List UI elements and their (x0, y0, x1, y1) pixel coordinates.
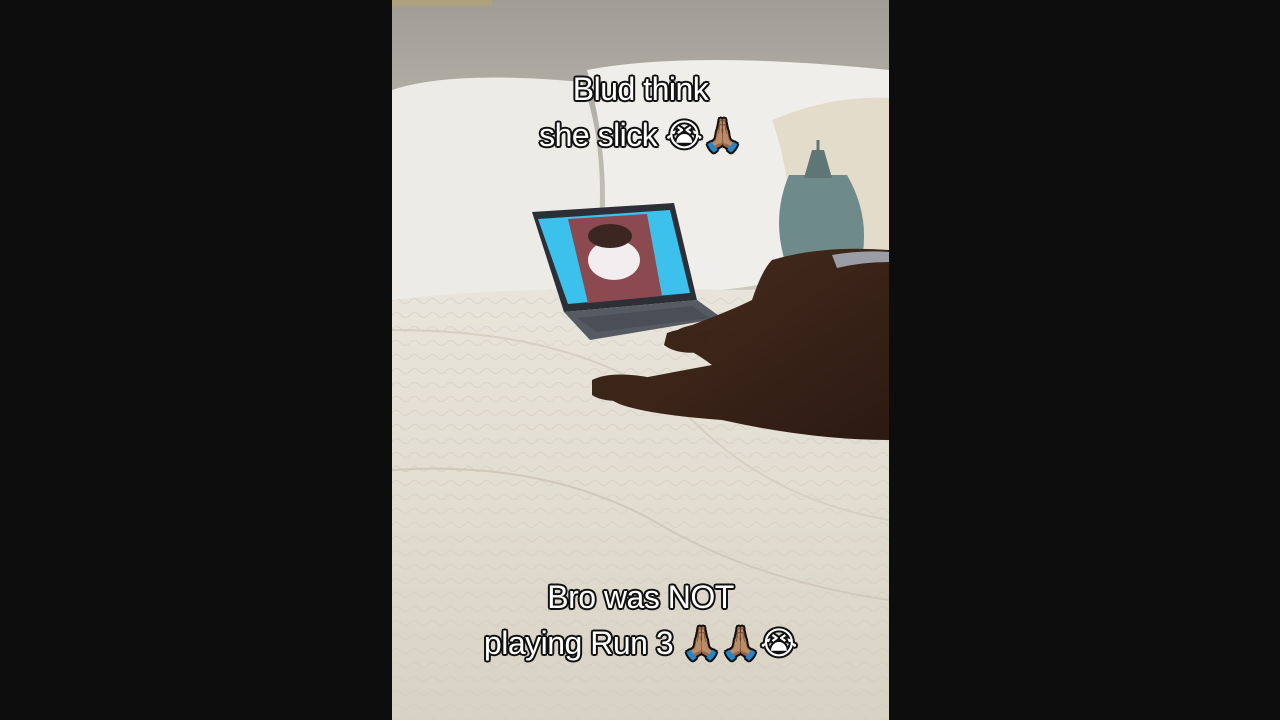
caption-line: Blud think (572, 71, 709, 107)
video-player[interactable]: Blud think she slick 😭🙏🏽 Bro was NOT pla… (0, 0, 1280, 720)
caption-line: she slick 😭🙏🏽 (539, 117, 742, 153)
video-frame[interactable]: Blud think she slick 😭🙏🏽 Bro was NOT pla… (392, 0, 889, 720)
caption-bottom: Bro was NOT playing Run 3 🙏🏽🙏🏽😭 (392, 574, 889, 666)
caption-line: playing Run 3 🙏🏽🙏🏽😭 (483, 625, 798, 661)
caption-top: Blud think she slick 😭🙏🏽 (392, 66, 889, 158)
caption-line: Bro was NOT (547, 579, 734, 615)
